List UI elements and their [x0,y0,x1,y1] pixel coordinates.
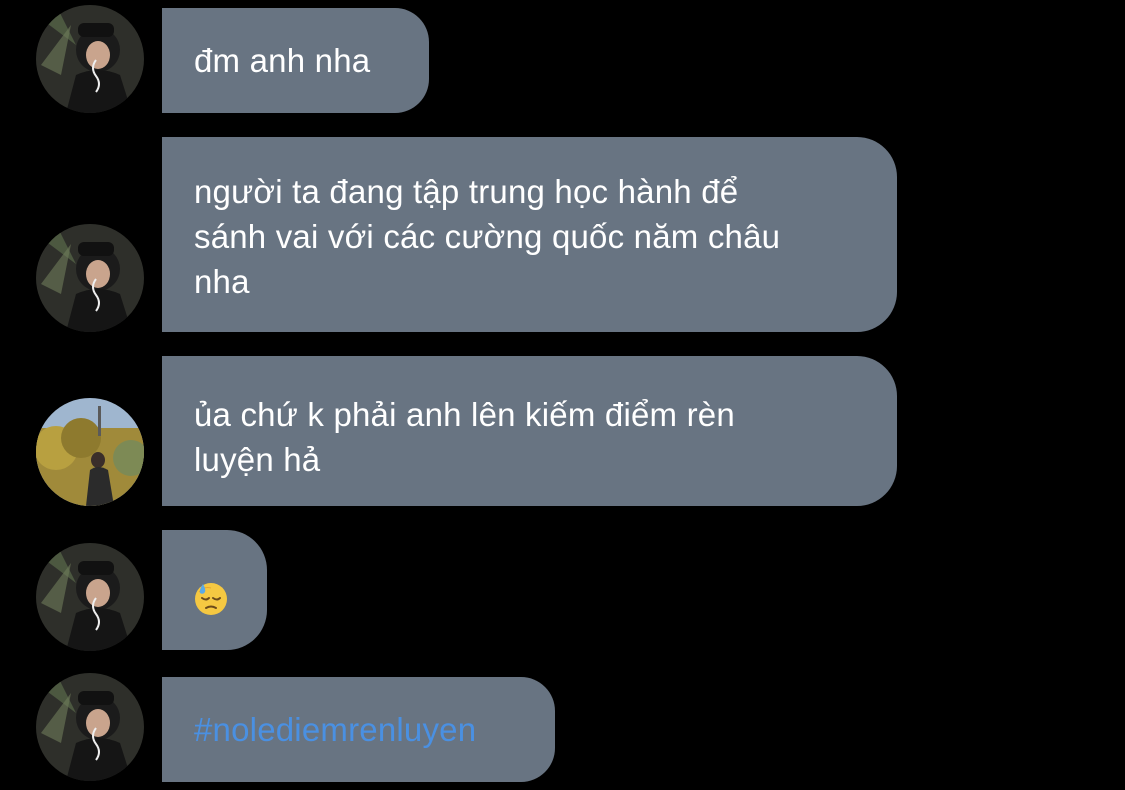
avatar-friend[interactable] [36,5,144,113]
avatar-friend[interactable] [36,543,144,651]
message-bubble[interactable] [162,530,267,650]
avatar-photo-icon [36,673,144,781]
message-bubble[interactable]: #nolediemrenluyen [162,677,555,782]
avatar-photo-icon [36,398,144,506]
avatar-photo-icon [36,5,144,113]
message-text: luyện hả [194,441,321,478]
avatar-friend[interactable] [36,673,144,781]
avatar-friend[interactable] [36,224,144,332]
avatar-photo-icon [36,224,144,332]
message-bubble[interactable]: ủa chứ k phải anh lên kiếm điểm rèn luyệ… [162,356,897,506]
avatar-photo-icon [36,543,144,651]
message-text: đm anh nha [194,42,371,79]
message-text: ủa chứ k phải anh lên kiếm điểm rèn [194,396,735,433]
downcast-face-with-sweat-icon [195,583,227,616]
message-text: sánh vai với các cường quốc năm châu [194,218,781,255]
avatar-me[interactable] [36,398,144,506]
message-text: nha [194,263,250,300]
message-text: người ta đang tập trung học hành để [194,173,739,210]
message-bubble[interactable]: đm anh nha [162,8,429,113]
hashtag-link[interactable]: #nolediemrenluyen [194,707,523,752]
message-bubble[interactable]: người ta đang tập trung học hành để sánh… [162,137,897,332]
